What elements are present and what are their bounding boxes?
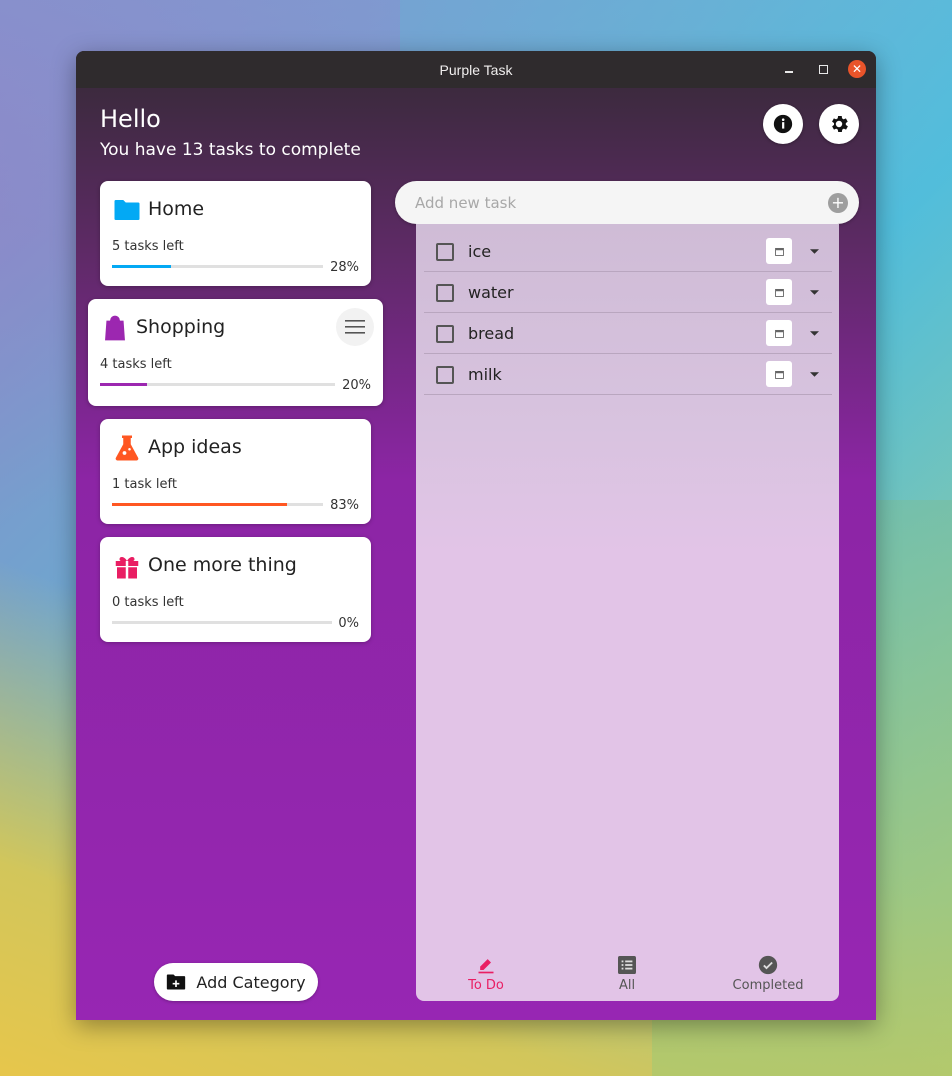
tasks-left-label: 1 task left <box>112 477 177 492</box>
task-options-dropdown[interactable] <box>808 245 820 257</box>
progress-percent: 83% <box>330 498 359 513</box>
gift-icon <box>115 556 139 579</box>
caret-down-icon <box>809 330 819 336</box>
due-date-button[interactable] <box>766 361 792 387</box>
tab-completed[interactable]: Completed <box>718 954 818 993</box>
progress-bar <box>112 503 323 506</box>
category-name: One more thing <box>148 554 297 576</box>
tab-todo[interactable]: To Do <box>436 954 536 993</box>
window-title: Purple Task <box>439 61 513 78</box>
new-task-input[interactable] <box>415 192 815 214</box>
shopping-bag-icon <box>105 315 125 341</box>
category-card-home[interactable]: Home 5 tasks left 28% <box>100 181 371 286</box>
task-text: ice <box>468 242 492 261</box>
category-name: Home <box>148 198 205 220</box>
add-task-button[interactable]: + <box>828 193 848 213</box>
task-text: bread <box>468 324 515 343</box>
add-folder-icon <box>167 974 186 990</box>
bottom-navigation: To Do All Completed <box>416 954 839 1001</box>
info-button[interactable] <box>763 104 803 144</box>
category-menu-button[interactable] <box>336 308 374 346</box>
progress-bar <box>112 621 332 624</box>
settings-button[interactable] <box>819 104 859 144</box>
maximize-icon <box>818 64 828 74</box>
app-window: Purple Task ✕ Hello You have 13 tasks to… <box>76 51 876 1020</box>
calendar-icon <box>774 247 784 256</box>
category-card-shopping[interactable]: Shopping 4 tasks left 20% <box>88 299 383 406</box>
task-options-dropdown[interactable] <box>808 368 820 380</box>
task-row: milk <box>424 354 832 395</box>
add-category-button[interactable]: Add Category <box>154 963 318 1001</box>
greeting-subtitle: You have 13 tasks to complete <box>100 140 361 160</box>
progress-fill <box>112 503 288 506</box>
progress-fill <box>100 383 147 386</box>
task-row: ice <box>424 231 832 272</box>
new-task-bar: + <box>395 181 859 224</box>
tab-todo-label: To Do <box>468 978 504 993</box>
minimize-button[interactable] <box>780 60 798 78</box>
category-card-app-ideas[interactable]: App ideas 1 task left 83% <box>100 419 371 524</box>
category-name: App ideas <box>148 436 242 458</box>
progress-percent: 28% <box>330 260 359 275</box>
progress-bar <box>112 265 323 268</box>
due-date-button[interactable] <box>766 320 792 346</box>
task-text: milk <box>468 365 502 384</box>
due-date-button[interactable] <box>766 238 792 264</box>
progress-fill <box>112 265 172 268</box>
category-card-one-more-thing[interactable]: One more thing 0 tasks left 0% <box>100 537 371 642</box>
progress-bar <box>100 383 335 386</box>
minimize-icon <box>785 71 793 73</box>
tasks-left-label: 4 tasks left <box>100 357 172 372</box>
gear-icon <box>832 116 848 132</box>
add-category-label: Add Category <box>196 972 306 992</box>
flask-icon <box>115 435 139 461</box>
task-row: bread <box>424 313 832 354</box>
task-checkbox[interactable] <box>436 284 454 302</box>
caret-down-icon <box>809 371 819 377</box>
progress-percent: 20% <box>342 378 371 393</box>
task-options-dropdown[interactable] <box>808 286 820 298</box>
title-bar[interactable]: Purple Task ✕ <box>76 51 876 88</box>
list-icon <box>616 954 638 976</box>
greeting-title: Hello <box>100 105 161 133</box>
calendar-icon <box>774 288 784 297</box>
close-icon: ✕ <box>851 62 863 76</box>
caret-down-icon <box>809 289 819 295</box>
calendar-icon <box>774 370 784 379</box>
hamburger-menu-icon <box>345 320 365 334</box>
info-icon <box>773 114 793 134</box>
task-options-dropdown[interactable] <box>808 327 820 339</box>
folder-icon <box>114 200 140 220</box>
tab-completed-label: Completed <box>732 978 804 993</box>
caret-down-icon <box>809 248 819 254</box>
close-button[interactable]: ✕ <box>848 60 866 78</box>
plus-icon: + <box>831 193 845 212</box>
task-row: water <box>424 272 832 313</box>
task-checkbox[interactable] <box>436 243 454 261</box>
task-list-panel: ice water bread milk To Do All Completed <box>416 224 839 1001</box>
pencil-icon <box>475 954 497 976</box>
task-checkbox[interactable] <box>436 366 454 384</box>
category-name: Shopping <box>136 316 226 338</box>
tasks-left-label: 0 tasks left <box>112 595 184 610</box>
tab-all-label: All <box>618 978 636 993</box>
task-text: water <box>468 283 514 302</box>
maximize-button[interactable] <box>814 60 832 78</box>
task-checkbox[interactable] <box>436 325 454 343</box>
tasks-left-label: 5 tasks left <box>112 239 184 254</box>
calendar-icon <box>774 329 784 338</box>
progress-percent: 0% <box>338 616 359 631</box>
check-circle-icon <box>757 954 779 976</box>
tab-all[interactable]: All <box>577 954 677 993</box>
due-date-button[interactable] <box>766 279 792 305</box>
